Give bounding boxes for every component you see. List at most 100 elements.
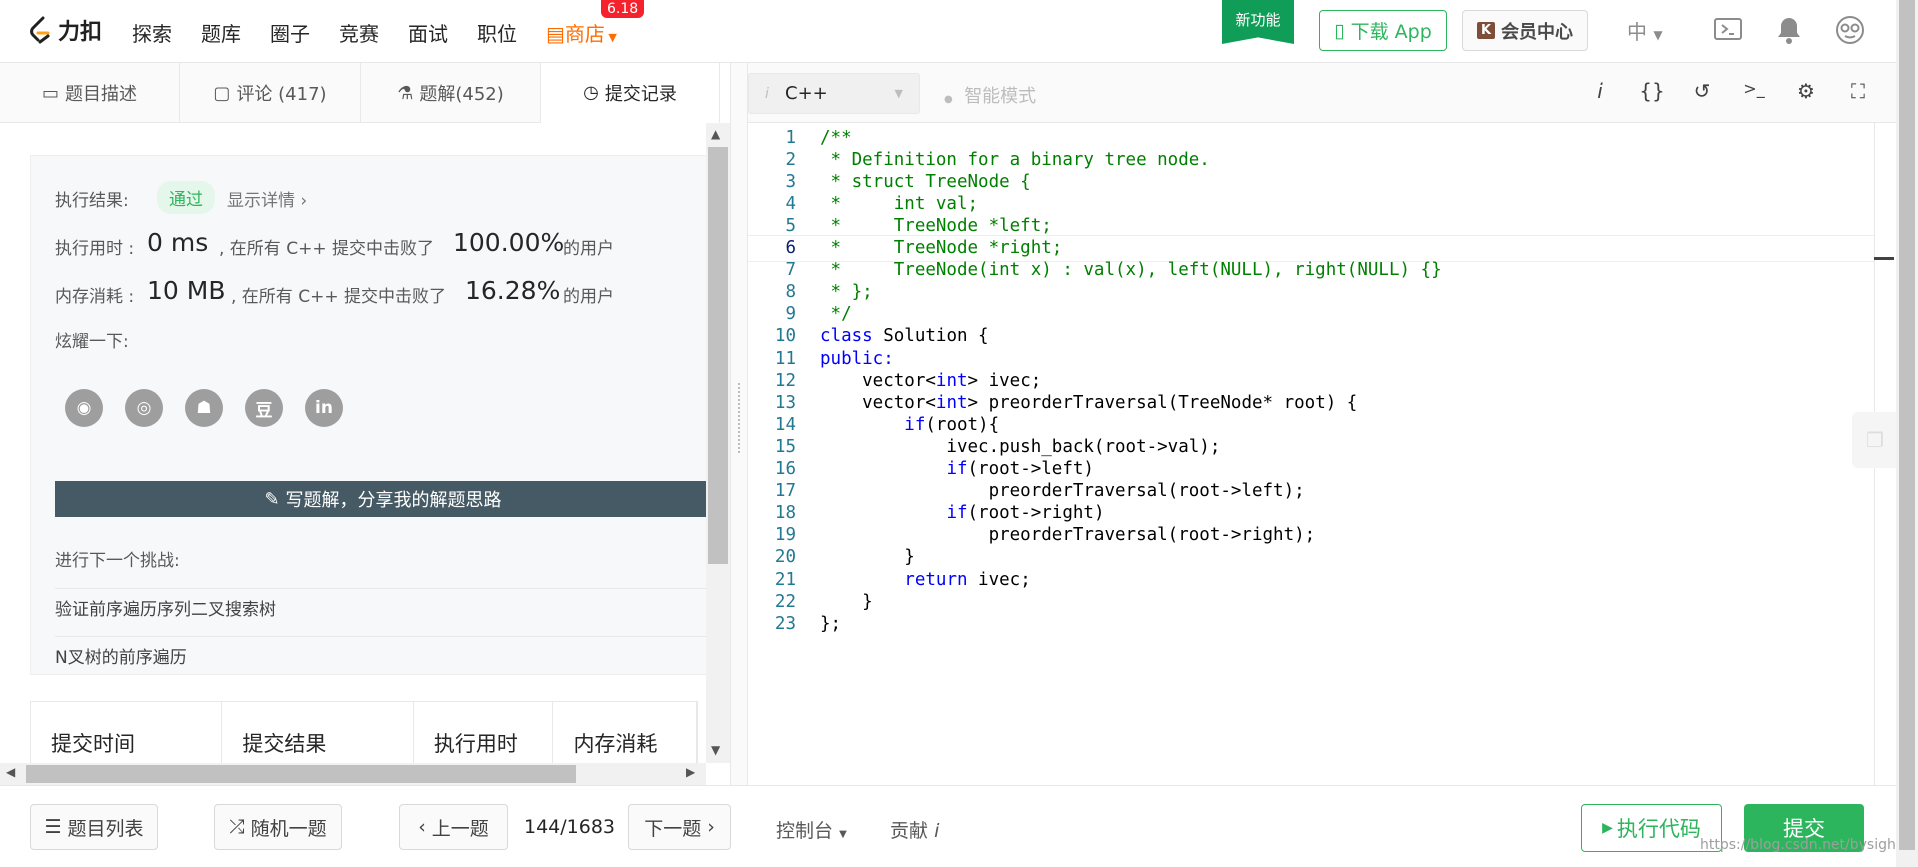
code-editor[interactable]: 1 /** 2 * Definition for a binary tree nod… <box>748 123 1874 785</box>
contribute-link[interactable]: 贡献 i <box>890 816 939 843</box>
page-vertical-scroll-thumb[interactable] <box>1899 0 1915 850</box>
nav-interview[interactable]: 面试 <box>408 18 448 47</box>
line-number: 11 <box>774 348 796 369</box>
memory-percentile: 16.28% <box>465 276 561 305</box>
left-horizontal-scroll-thumb[interactable] <box>26 765 576 783</box>
code-text: class Solution { <box>820 326 989 347</box>
panel-splitter[interactable] <box>730 63 748 785</box>
code-text: * TreeNode(int x) : val(x), left(NULL), … <box>820 260 1442 281</box>
douban-icon[interactable]: 豆 <box>245 389 283 427</box>
vip-badge-icon: K <box>1476 22 1496 39</box>
line-number: 23 <box>774 613 796 634</box>
weibo-icon[interactable]: ◎ <box>125 389 163 427</box>
line-number: 1 <box>785 127 796 148</box>
fullscreen-icon[interactable]: ⛶ <box>1844 79 1872 103</box>
runtime-value: 0 ms <box>147 228 209 257</box>
smart-mode-toggle[interactable]: ● 智能模式 <box>944 82 1036 108</box>
line-number: 6 <box>785 238 796 258</box>
terminal-icon[interactable]: >_ <box>1740 79 1768 98</box>
console-toggle[interactable]: 控制台 ▼ <box>776 816 847 843</box>
status-badge: 通过 <box>157 181 215 214</box>
vip-center-label: 会员中心 <box>1501 21 1574 43</box>
run-code-label: 执行代码 <box>1616 817 1701 841</box>
copy-icon: ❐ <box>1866 428 1884 452</box>
left-vertical-scroll-thumb[interactable] <box>708 147 728 564</box>
language-switcher[interactable]: 中 ▼ <box>1627 16 1663 45</box>
code-text: preorderTraversal(root->right); <box>820 525 1316 546</box>
nav-store[interactable]: ▤商店 ▼ <box>546 18 617 47</box>
nav-explore[interactable]: 探索 <box>132 18 172 47</box>
code-text: * TreeNode *left; <box>820 215 1052 236</box>
linkedin-icon[interactable]: in <box>305 389 343 427</box>
nav-jobs[interactable]: 职位 <box>477 18 517 47</box>
left-vertical-scrollbar[interactable]: ▲ ▼ <box>706 123 730 763</box>
new-feature-ribbon[interactable]: 新功能 <box>1222 0 1294 44</box>
page-vertical-scrollbar[interactable] <box>1896 0 1918 867</box>
tab-description[interactable]: ▭ 题目描述 <box>0 63 180 123</box>
smart-mode-label: 智能模式 <box>964 86 1037 107</box>
reset-icon[interactable]: ↺ <box>1688 79 1716 103</box>
wechat-icon[interactable]: ◉ <box>65 389 103 427</box>
drag-handle-icon[interactable] <box>738 383 740 453</box>
tab-comments[interactable]: ▢ 评论 (417) <box>180 63 361 123</box>
console-label: 控制台 <box>776 820 834 842</box>
scroll-left-icon[interactable]: ◀ <box>6 765 15 779</box>
line-number: 15 <box>774 436 796 457</box>
pencil-icon: ✎ <box>264 488 280 510</box>
info-icon[interactable]: i <box>1586 79 1614 103</box>
code-text: * Definition for a binary tree node. <box>820 149 1210 170</box>
line-number: 12 <box>774 370 796 391</box>
code-line[interactable]: 23}; <box>748 610 1874 637</box>
phone-icon: ▯ <box>1334 19 1345 42</box>
next-challenge-item[interactable]: 验证前序遍历序列二叉搜索树 <box>55 588 711 626</box>
memory-suffix: 的用户 <box>563 287 614 307</box>
code-text: if(root->right) <box>946 503 1105 524</box>
runtime-suffix: 的用户 <box>563 239 614 259</box>
nav-circle[interactable]: 圈子 <box>270 18 310 47</box>
nav-contest[interactable]: 竞赛 <box>339 18 379 47</box>
line-number: 19 <box>774 525 796 546</box>
next-problem-button[interactable]: 下一题 › <box>628 804 731 850</box>
submission-panel: 执行结果: 通过 显示详情 › 执行用时 : 0 ms , 在所有 C++ 提交… <box>0 123 730 785</box>
code-text: vector<int> ivec; <box>820 370 1042 391</box>
random-problem-button[interactable]: ⤮ 随机一题 <box>214 804 342 850</box>
download-app-button[interactable]: ▯ 下载 App <box>1319 10 1447 51</box>
language-select[interactable]: i C++ ▼ <box>748 73 920 114</box>
show-details-link[interactable]: 显示详情 › <box>227 186 307 211</box>
settings-icon[interactable]: ⚙ <box>1792 79 1820 103</box>
write-solution-button[interactable]: ✎ 写题解，分享我的解题思路 <box>55 481 711 517</box>
format-braces-icon[interactable]: {} <box>1638 79 1666 103</box>
qq-icon[interactable]: ☗ <box>185 389 223 427</box>
leetcode-logo-icon <box>30 16 50 44</box>
memory-value: 10 MB <box>147 276 226 305</box>
avatar[interactable] <box>1834 14 1866 46</box>
scroll-up-icon[interactable]: ▲ <box>711 127 720 141</box>
vip-center-button[interactable]: K 会员中心 <box>1462 10 1588 51</box>
scroll-down-icon[interactable]: ▼ <box>711 743 720 757</box>
left-horizontal-scrollbar[interactable]: ◀ ▶ <box>0 763 706 785</box>
shuffle-icon: ⤮ <box>229 816 245 838</box>
scroll-right-icon[interactable]: ▶ <box>686 765 695 779</box>
comment-icon: ▢ <box>213 82 231 104</box>
code-text: ivec.push_back(root->val); <box>820 436 1221 457</box>
result-label: 执行结果: <box>55 191 129 211</box>
problem-list-button[interactable]: ☰ 题目列表 <box>30 804 158 850</box>
info-icon: i <box>934 820 940 842</box>
caret-down-icon: ▼ <box>839 829 847 840</box>
bell-icon[interactable] <box>1773 14 1805 46</box>
nav-problems[interactable]: 题库 <box>201 18 241 47</box>
tab-submissions[interactable]: ◷ 提交记录 <box>541 63 720 123</box>
code-text: /** <box>820 127 852 148</box>
logo[interactable]: 力扣 <box>28 14 102 46</box>
cursor-overview-marker <box>1874 257 1894 260</box>
next-challenge-item[interactable]: N叉树的前序遍历 <box>55 636 711 674</box>
playground-icon[interactable] <box>1712 14 1744 46</box>
memory-text: , 在所有 C++ 提交中击败了 <box>231 287 446 307</box>
prev-problem-button[interactable]: ‹ 上一题 <box>399 804 508 850</box>
copy-floating-button[interactable]: ❐ <box>1852 412 1896 468</box>
info-icon: i <box>765 85 769 102</box>
runtime-percentile: 100.00% <box>453 228 565 257</box>
tab-solutions[interactable]: ⚗ 题解(452) <box>361 63 541 123</box>
editor-toolbar: i C++ ▼ ● 智能模式 i {} ↺ >_ ⚙ ⛶ <box>748 63 1896 123</box>
play-icon: ▶ <box>1602 820 1613 836</box>
